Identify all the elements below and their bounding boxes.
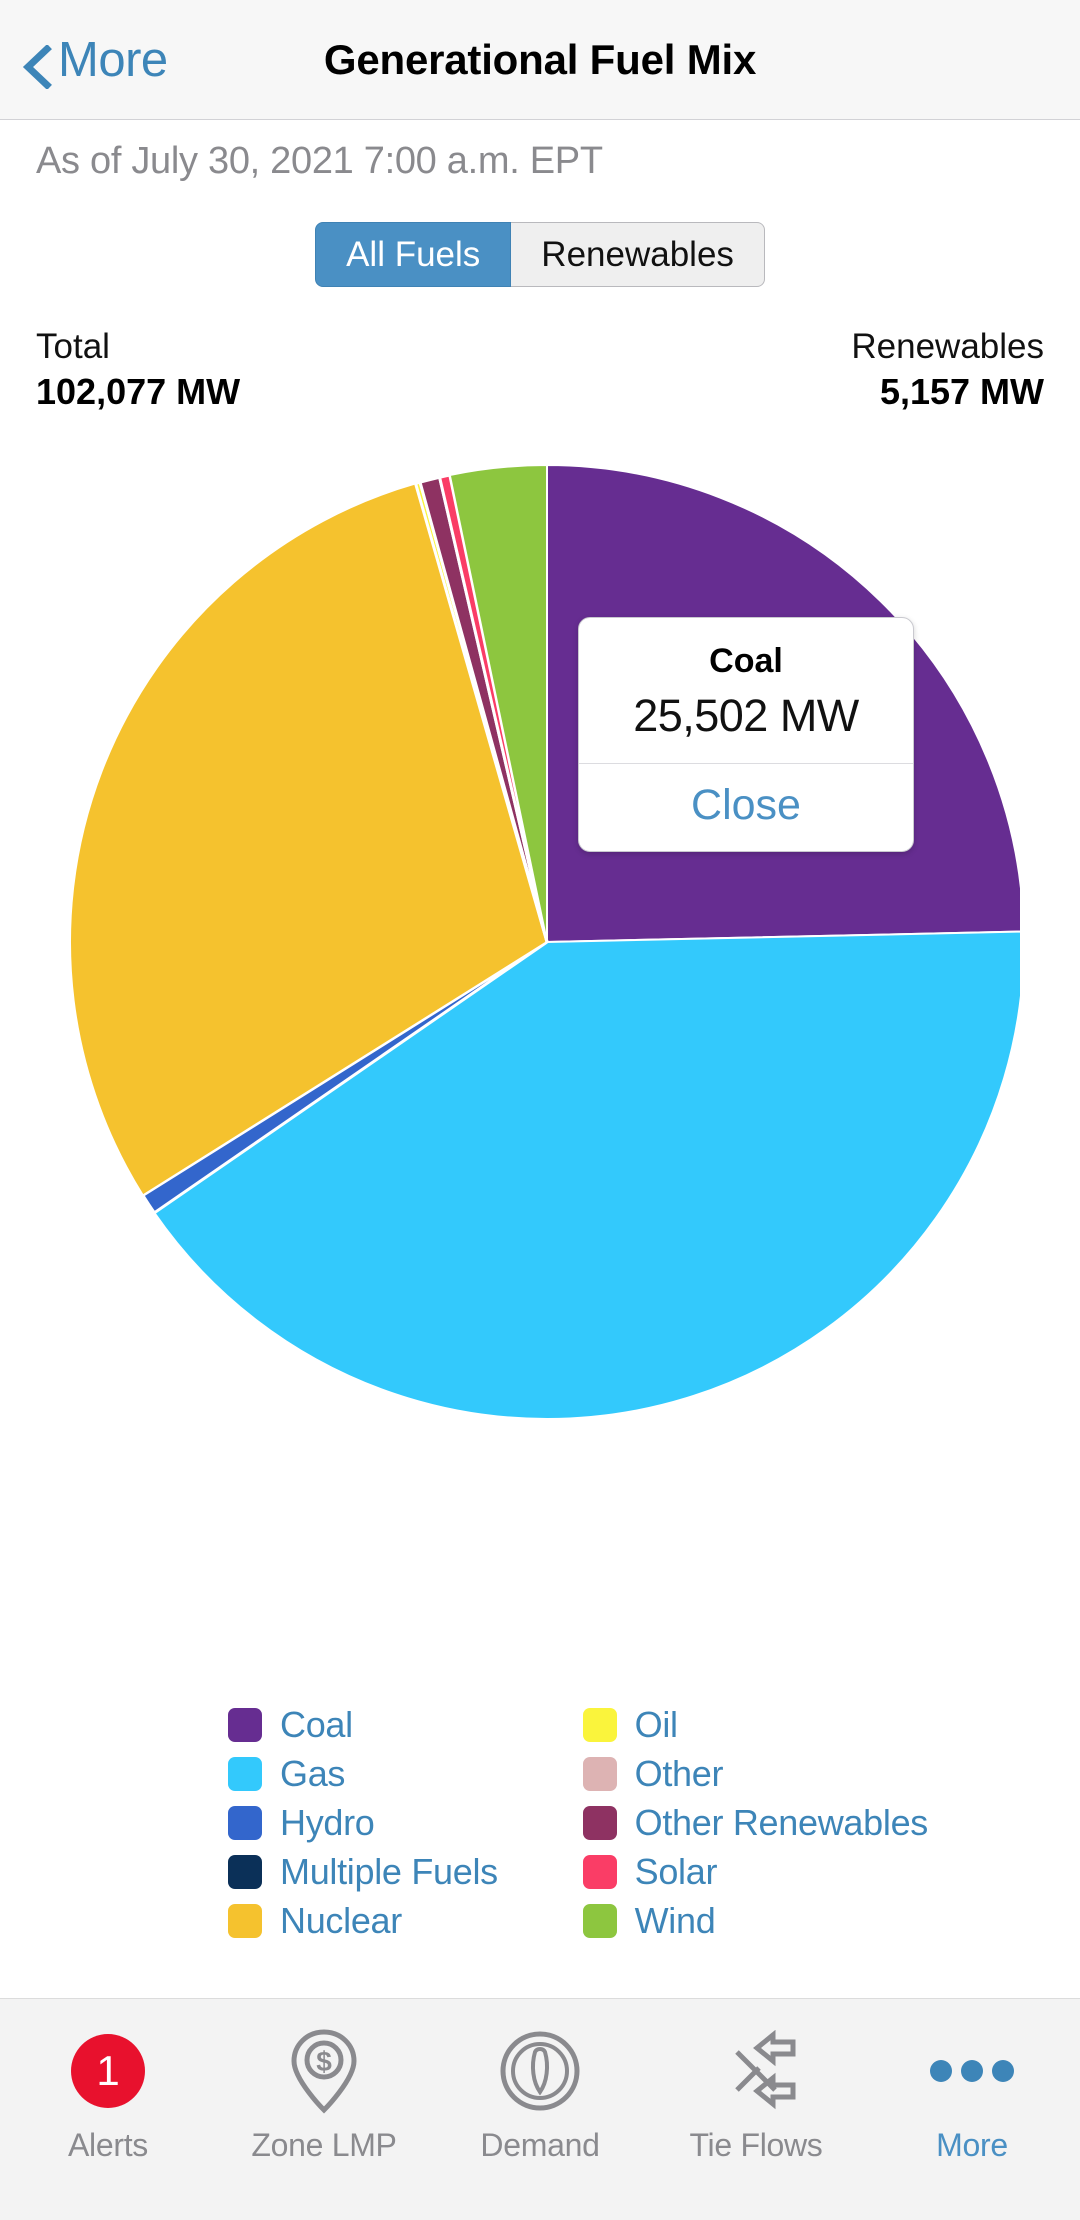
fuel-filter-segmented-control: All Fuels Renewables	[0, 222, 1080, 287]
tab-demand-label: Demand	[480, 2127, 600, 2163]
ellipsis-dots	[930, 2060, 1014, 2082]
map-pin-dollar-icon: $	[288, 2029, 360, 2114]
tab-alerts[interactable]: 1 Alerts	[0, 1999, 216, 2164]
legend-item[interactable]: Other Renewables	[582, 1798, 929, 1847]
tab-more[interactable]: More	[864, 1999, 1080, 2164]
legend-color-swatch	[582, 1854, 617, 1889]
svg-text:$: $	[316, 2046, 332, 2077]
renewables-value: 5,157 MW	[879, 370, 1044, 412]
total-label: Total	[36, 327, 110, 366]
total-block: Total 102,077 MW	[36, 325, 240, 414]
legend-color-swatch	[228, 1903, 262, 1938]
legend-item[interactable]: Nuclear	[228, 1896, 559, 1945]
chart-legend: Coal Oil Gas Other Hydro Other Renewables Mult…	[228, 1700, 928, 1945]
legend-color-swatch	[228, 1756, 262, 1791]
legend-item-label: Wind	[634, 1899, 716, 1941]
back-button-label: More	[58, 32, 168, 87]
renewables-label: Renewables	[851, 327, 1044, 366]
app-root: More Generational Fuel Mix As of July 30…	[0, 0, 1080, 2220]
bottom-tab-bar: 1 Alerts $ Zone LMP Demand Tie Flows Mor…	[0, 1998, 1080, 2220]
legend-color-swatch	[228, 1805, 262, 1840]
legend-item-label: Coal	[280, 1703, 353, 1745]
tab-alerts-label: Alerts	[68, 2127, 148, 2163]
legend-color-swatch	[228, 1854, 262, 1889]
legend-item-label: Hydro	[280, 1801, 375, 1843]
legend-color-swatch	[228, 1707, 262, 1742]
callout-close-button[interactable]: Close	[579, 764, 913, 851]
legend-item[interactable]: Other	[582, 1749, 928, 1798]
as-of-timestamp: As of July 30, 2021 7:00 a.m. EPT	[36, 140, 603, 182]
legend-item[interactable]: Solar	[582, 1847, 928, 1896]
tab-demand[interactable]: Demand	[432, 1999, 648, 2164]
tab-tie-flows[interactable]: Tie Flows	[648, 1999, 864, 2164]
total-value: 102,077 MW	[36, 370, 241, 412]
legend-color-swatch	[582, 1707, 617, 1742]
tab-zone-lmp[interactable]: $ Zone LMP	[216, 1999, 432, 2164]
totals-row: Total 102,077 MW Renewables 5,157 MW	[0, 325, 1080, 414]
legend-item-label: Multiple Fuels	[280, 1850, 498, 1892]
tab-zone-lmp-label: Zone LMP	[251, 2127, 397, 2163]
legend-item[interactable]: Wind	[582, 1896, 928, 1945]
legend-item[interactable]: Multiple Fuels	[228, 1847, 559, 1896]
fuel-mix-pie-chart[interactable]	[0, 455, 1080, 1445]
legend-item-label: Oil	[634, 1703, 678, 1745]
legend-item-label: Gas	[280, 1752, 346, 1794]
tie-flows-arrows-icon	[713, 2029, 799, 2113]
gauge-icon	[499, 2029, 581, 2113]
legend-item[interactable]: Oil	[582, 1700, 928, 1749]
legend-item-label: Other Renewables	[634, 1801, 929, 1843]
legend-item[interactable]: Coal	[228, 1700, 559, 1749]
legend-color-swatch	[582, 1756, 617, 1791]
alert-badge-icon: 1	[71, 2029, 145, 2113]
back-button[interactable]: More	[22, 32, 168, 89]
alerts-count-badge: 1	[71, 2034, 145, 2108]
legend-item[interactable]: Gas	[228, 1749, 559, 1798]
callout-value: 25,502 MW	[633, 689, 859, 741]
legend-item-label: Other	[634, 1752, 724, 1794]
navigation-bar: More Generational Fuel Mix	[0, 0, 1080, 120]
chevron-left-icon	[22, 44, 52, 89]
legend-item[interactable]: Hydro	[228, 1798, 559, 1847]
pie-chart-svg[interactable]	[60, 455, 1020, 1430]
legend-item-label: Nuclear	[280, 1899, 402, 1941]
tab-more-label: More	[936, 2127, 1008, 2163]
legend-color-swatch	[582, 1903, 617, 1938]
slice-callout-popup[interactable]: Coal 25,502 MW Close	[578, 617, 914, 852]
segment-all-fuels[interactable]: All Fuels	[315, 222, 512, 287]
callout-body: Coal 25,502 MW	[579, 618, 913, 763]
renewables-block: Renewables 5,157 MW	[851, 325, 1044, 414]
legend-item-label: Solar	[634, 1850, 718, 1892]
callout-title: Coal	[709, 642, 783, 680]
ellipsis-icon	[930, 2029, 1014, 2113]
segment-renewables[interactable]: Renewables	[511, 222, 765, 287]
tab-tie-flows-label: Tie Flows	[689, 2127, 823, 2163]
legend-color-swatch	[582, 1805, 617, 1840]
